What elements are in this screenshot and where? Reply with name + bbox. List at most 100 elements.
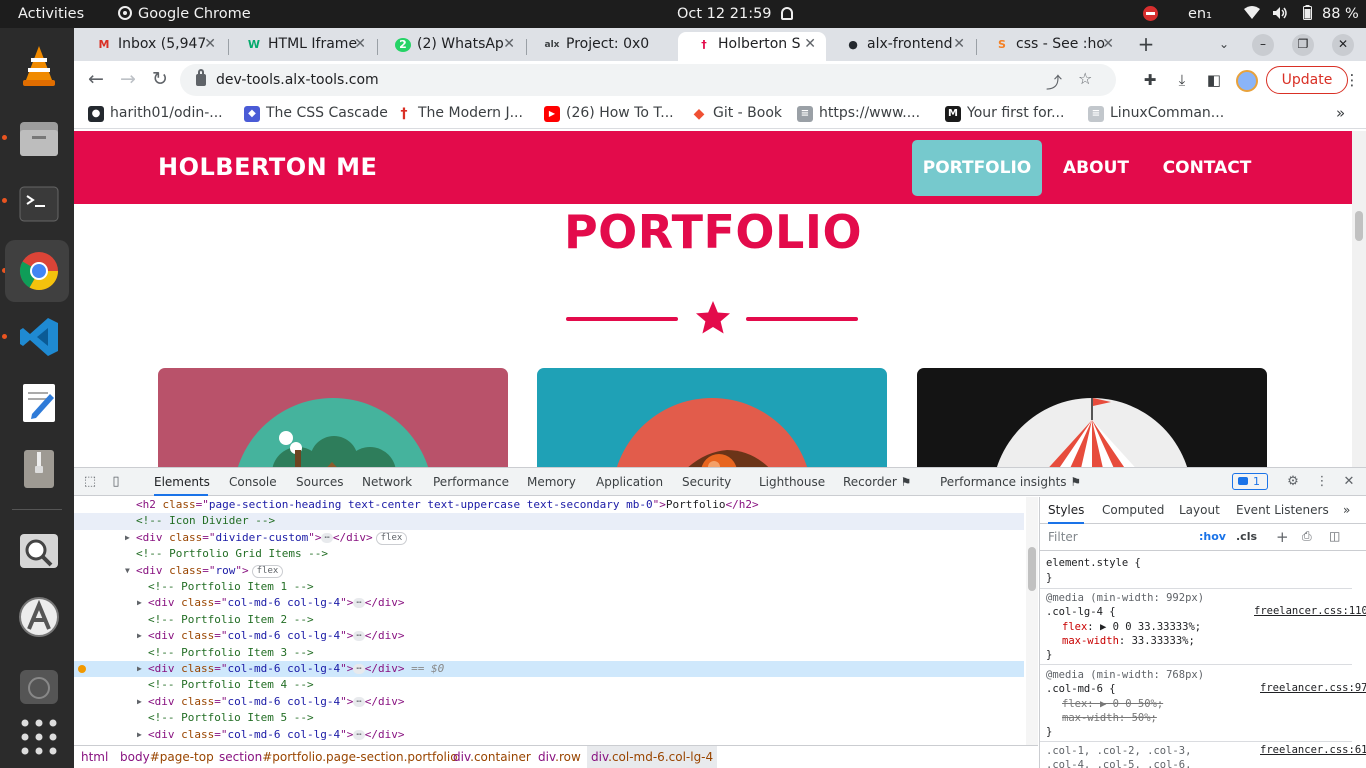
more-tabs-chevron-icon[interactable]: »	[1343, 497, 1350, 524]
bookmark-item[interactable]: ≡ LinuxComman...	[1088, 99, 1224, 127]
flex-badge[interactable]: flex	[251, 564, 284, 578]
extensions-puzzle-icon[interactable]: ✚	[1140, 70, 1160, 90]
vlc-launcher[interactable]	[5, 34, 69, 96]
css-declaration[interactable]: flex: ▶ 0 0 33.33333%;	[1062, 620, 1201, 635]
show-applications-button[interactable]	[5, 706, 69, 768]
devtools-tab-performance[interactable]: Performance	[433, 468, 509, 496]
close-tab-icon[interactable]: ✕	[204, 32, 216, 57]
styles-filter-input[interactable]: Filter	[1048, 530, 1078, 544]
close-tab-icon[interactable]: ✕	[1102, 32, 1114, 57]
keyboard-language[interactable]: en₁	[1188, 0, 1212, 28]
layout-tab[interactable]: Layout	[1179, 497, 1220, 524]
dom-node-line[interactable]: ▼ <div class="row"> flex	[74, 563, 1024, 579]
notification-bell-icon[interactable]	[781, 0, 793, 28]
tab-search-chevron-icon[interactable]: ⌄	[1211, 32, 1237, 58]
more-options-icon[interactable]: ⋮	[1314, 474, 1330, 490]
event-listeners-tab[interactable]: Event Listeners	[1236, 497, 1329, 524]
portfolio-item-cake[interactable]	[537, 368, 887, 467]
dom-node-line[interactable]: ▶ <div class="col-md-6 col-lg-4"> ⋯ </div>	[74, 727, 1024, 743]
close-window-button[interactable]: ✕	[1332, 34, 1354, 56]
chrome-launcher[interactable]	[5, 240, 69, 302]
new-style-rule-icon[interactable]: +	[1276, 528, 1289, 546]
url-text[interactable]: dev-tools.alx-tools.com	[216, 64, 379, 96]
text-editor-launcher[interactable]	[5, 372, 69, 434]
expand-triangle-icon[interactable]: ▶	[137, 595, 142, 611]
devtools-tab-application[interactable]: Application	[596, 468, 663, 496]
breadcrumb-col[interactable]: div.col-md-6.col-lg-4	[587, 746, 718, 768]
tab-whatsapp[interactable]: 2 (2) WhatsAp ✕	[377, 32, 525, 61]
elements-scrollbar[interactable]	[1026, 497, 1038, 745]
devtools-tab-security[interactable]: Security	[682, 468, 731, 496]
volume-icon[interactable]	[1272, 0, 1288, 28]
dom-comment-line[interactable]: <!-- Portfolio Grid Items -->	[74, 546, 1024, 562]
dom-comment-line[interactable]: <!-- Portfolio Item 4 -->	[74, 677, 1024, 693]
portfolio-item-circus[interactable]	[917, 368, 1267, 467]
expand-triangle-icon[interactable]: ▶	[137, 628, 142, 644]
rule-selector[interactable]: .col-md-6 {	[1046, 682, 1116, 697]
toggle-sidebar-icon[interactable]: ◫	[1329, 529, 1340, 543]
terminal-launcher[interactable]	[5, 173, 69, 235]
close-tab-icon[interactable]: ✕	[354, 32, 366, 57]
bookmark-item[interactable]: M Your first for...	[945, 99, 1064, 127]
devtools-tab-sources[interactable]: Sources	[296, 468, 343, 496]
breadcrumb-html[interactable]: html	[81, 746, 108, 768]
page-scrollbar[interactable]	[1352, 131, 1366, 467]
dom-comment-line[interactable]: <!-- Portfolio Item 5 -->	[74, 710, 1024, 726]
source-link[interactable]: freelancer.css:1108	[1254, 605, 1366, 617]
hover-state-toggle[interactable]: :hov	[1199, 530, 1226, 543]
side-panel-icon[interactable]: ◧	[1204, 70, 1224, 90]
download-icon[interactable]: ⤓	[1172, 70, 1192, 90]
ellipsis-badge[interactable]: ⋯	[353, 598, 365, 609]
scrollbar-thumb[interactable]	[1355, 211, 1363, 241]
paint-roller-icon[interactable]: ⎙	[1302, 529, 1312, 544]
ellipsis-badge[interactable]: ⋯	[353, 631, 365, 642]
clock[interactable]: Oct 12 21:59	[677, 0, 772, 28]
devtools-tab-memory[interactable]: Memory	[527, 468, 576, 496]
bookmarks-overflow-icon[interactable]: »	[1336, 99, 1345, 127]
ellipsis-badge[interactable]: ⋯	[353, 729, 365, 740]
forward-arrow-icon[interactable]: →	[114, 66, 142, 94]
tab-alx-project[interactable]: alx Project: 0x0	[526, 32, 674, 61]
close-devtools-icon[interactable]: ✕	[1341, 474, 1357, 490]
expand-triangle-icon[interactable]: ▶	[137, 727, 142, 743]
breadcrumb-row[interactable]: div.row	[538, 746, 581, 768]
nav-about[interactable]: ABOUT	[1054, 140, 1138, 196]
css-declaration-overridden[interactable]: flex: ▶ 0 0 50%;	[1062, 697, 1163, 712]
dom-comment-line[interactable]: <!-- Icon Divider -->	[74, 513, 1024, 530]
profile-avatar[interactable]	[1236, 70, 1258, 92]
ellipsis-badge[interactable]: ⋯	[353, 664, 365, 674]
battery-icon[interactable]	[1303, 0, 1312, 28]
archive-manager-launcher[interactable]	[5, 438, 69, 500]
lock-icon[interactable]	[196, 69, 206, 86]
image-viewer-launcher[interactable]	[5, 520, 69, 582]
new-tab-button[interactable]: +	[1133, 32, 1159, 58]
activities-button[interactable]: Activities	[18, 0, 84, 28]
software-updater-launcher[interactable]	[5, 586, 69, 648]
styles-tab[interactable]: Styles	[1048, 497, 1085, 524]
devtools-tab-network[interactable]: Network	[362, 468, 412, 496]
dom-comment-line[interactable]: <!-- Portfolio Item 2 -->	[74, 612, 1024, 628]
expand-triangle-icon[interactable]: ▶	[125, 530, 130, 546]
app-menu[interactable]: Google Chrome	[118, 0, 251, 28]
close-tab-icon[interactable]: ✕	[953, 32, 965, 57]
tab-w3schools[interactable]: W HTML Iframe ✕	[228, 32, 376, 61]
nav-portfolio[interactable]: PORTFOLIO	[912, 140, 1042, 196]
dom-node-line[interactable]: <h2 class="page-section-heading text-cen…	[74, 497, 1024, 513]
address-bar[interactable]: dev-tools.alx-tools.com ⤴ ☆	[180, 64, 1116, 96]
devtools-tab-elements[interactable]: Elements	[154, 468, 210, 496]
dom-node-line[interactable]: ▶ <div class="col-md-6 col-lg-4"> ⋯ </div>	[74, 595, 1024, 611]
bookmark-item[interactable]: ▶ (26) How To T...	[544, 99, 674, 127]
element-style-selector[interactable]: element.style {	[1046, 556, 1141, 571]
rule-selector[interactable]: .col-lg-4 {	[1046, 605, 1116, 620]
files-launcher[interactable]	[5, 108, 69, 170]
back-arrow-icon[interactable]: ←	[82, 66, 110, 94]
bookmark-item[interactable]: † The Modern J...	[396, 99, 523, 127]
expand-triangle-icon[interactable]: ▶	[137, 661, 142, 677]
disk-usage-launcher[interactable]	[5, 652, 69, 714]
close-tab-icon[interactable]: ✕	[503, 32, 515, 57]
dom-node-line[interactable]: ▶ <div class="col-md-6 col-lg-4"> ⋯ </div>	[74, 694, 1024, 710]
scrollbar-thumb[interactable]	[1028, 547, 1036, 591]
computed-tab[interactable]: Computed	[1102, 497, 1164, 524]
inspect-element-icon[interactable]: ⬚	[82, 474, 98, 490]
collapse-triangle-icon[interactable]: ▼	[125, 563, 130, 579]
